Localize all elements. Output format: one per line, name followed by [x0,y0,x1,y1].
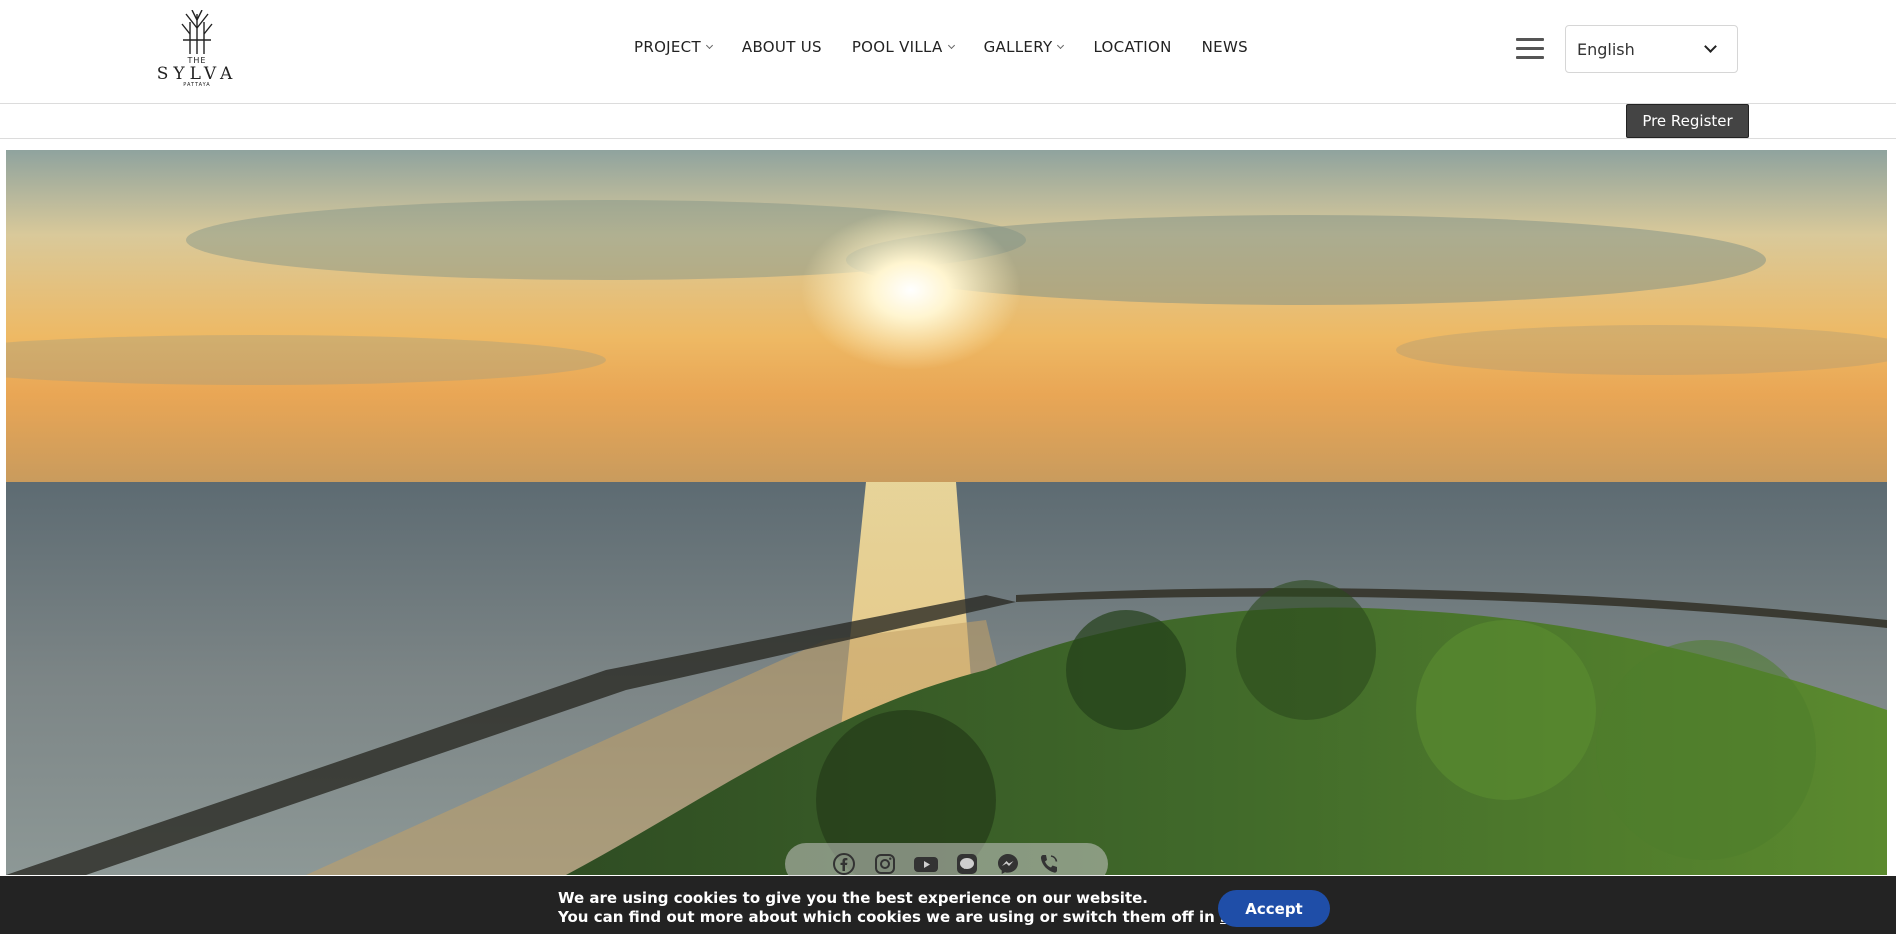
hamburger-menu-icon[interactable] [1516,38,1544,60]
youtube-icon[interactable] [913,851,939,877]
nav-item-label: POOL VILLA [851,38,943,56]
tree-logo-icon [181,10,213,54]
nav-item-label: GALLERY [983,38,1053,56]
nav-item-label: LOCATION [1093,38,1172,56]
pre-register-button[interactable]: Pre Register [1626,104,1749,138]
language-selected-value: English [1577,40,1635,59]
accept-cookies-button[interactable]: Accept [1218,890,1330,927]
nav-item-project[interactable]: PROJECT [634,38,713,56]
sub-bar: Pre Register [0,104,1896,139]
nav-item-label: PROJECT [634,38,701,56]
language-select[interactable]: English [1565,25,1738,73]
site-logo[interactable]: THE SYLVA PATTAYA [154,10,240,88]
cookie-message-prefix: You can find out more about which cookie… [558,908,1221,926]
cookie-message-line2: You can find out more about which cookie… [558,908,1295,927]
cookie-message: We are using cookies to give you the bes… [558,889,1295,927]
hero-sunset-image [6,150,1887,875]
logo-name-text: SYLVA [156,64,238,84]
nav-item-location[interactable]: LOCATION [1093,38,1171,56]
site-header: THE SYLVA PATTAYA PROJECT ABOUT US POOL … [0,0,1896,104]
cookie-message-line1: We are using cookies to give you the bes… [558,889,1148,907]
nav-item-gallery[interactable]: GALLERY [983,38,1065,56]
nav-item-about-us[interactable]: ABOUT US [742,38,822,56]
chevron-down-icon [705,41,713,50]
messenger-icon[interactable] [995,851,1021,877]
instagram-icon[interactable] [872,851,898,877]
nav-item-news[interactable]: NEWS [1202,38,1248,56]
nav-item-label: NEWS [1201,38,1248,56]
nav-item-pool-villa[interactable]: POOL VILLA [851,38,955,56]
main-nav: PROJECT ABOUT US POOL VILLA GALLERY LOCA… [634,38,1248,56]
hero-video[interactable] [6,150,1887,875]
chevron-down-icon [947,41,955,50]
line-icon[interactable] [954,851,980,877]
facebook-icon[interactable] [831,851,857,877]
cookie-consent-bar: We are using cookies to give you the bes… [0,876,1896,934]
chevron-down-icon [1057,41,1065,50]
phone-icon[interactable] [1036,851,1062,877]
logo-sub-text: PATTAYA [183,82,211,88]
nav-item-label: ABOUT US [741,38,822,56]
chevron-down-icon [1704,40,1717,53]
